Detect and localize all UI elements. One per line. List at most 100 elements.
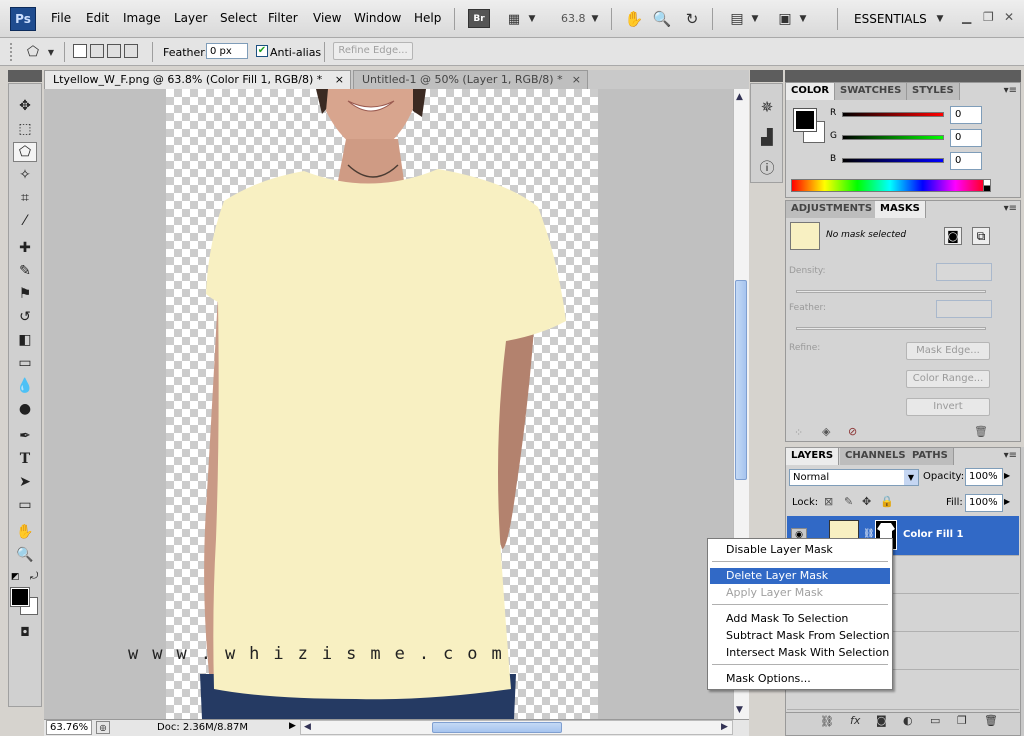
red-value-input[interactable]: 0 [950,106,982,124]
chevron-down-icon[interactable]: ▼ [526,9,538,29]
red-slider[interactable] [842,112,944,117]
vertical-scroll-thumb[interactable] [735,280,747,480]
navigator-icon[interactable]: ✵ [756,96,778,118]
film-icon[interactable]: ▦ [504,9,524,29]
blend-mode-select[interactable]: Normal ▼ [789,469,919,486]
history-brush-icon[interactable]: ↺ [13,307,37,327]
layer-style-icon[interactable]: fx [850,714,860,727]
clone-stamp-icon[interactable]: ⚑ [13,284,37,304]
path-selection-icon[interactable]: ➤ [13,472,37,492]
horizontal-scroll-thumb[interactable] [432,722,562,733]
swap-colors-icon[interactable]: ⤾ [30,571,38,582]
blur-tool-icon[interactable]: 💧 [13,376,37,396]
tab-swatches[interactable]: SWATCHES [835,83,908,100]
panel-menu-icon[interactable]: ▾≡ [1004,450,1017,461]
density-slider[interactable] [796,290,986,293]
vector-mask-icon[interactable]: ⧉ [972,227,990,245]
lasso-tool-icon[interactable]: ⬠ [13,142,37,162]
mask-edge-button[interactable]: Mask Edge... [906,342,990,360]
menu-filter[interactable]: Filter [268,11,298,25]
hand-tool-icon[interactable]: ✋ [13,522,37,542]
chevron-down-icon[interactable]: ▼ [934,9,946,29]
screen-mode-icon[interactable]: ▣ [774,9,796,29]
fill-arrow-icon[interactable]: ▶ [1004,497,1010,506]
brush-tool-icon[interactable]: ✎ [13,261,37,281]
menu-edit[interactable]: Edit [86,11,109,25]
mask-feather-slider[interactable] [796,327,986,330]
workspace-switcher[interactable]: ESSENTIALS [854,12,927,26]
tab-ltyellow-document[interactable]: Ltyellow_W_F.png @ 63.8% (Color Fill 1, … [44,70,351,89]
options-grip[interactable] [10,43,13,61]
tab-paths[interactable]: PATHS [907,448,954,465]
opacity-arrow-icon[interactable]: ▶ [1004,471,1010,480]
subtract-selection-icon[interactable] [107,44,121,58]
green-slider[interactable] [842,135,944,140]
disable-mask-icon[interactable]: ⊘ [848,425,857,438]
bridge-button[interactable]: Br [468,9,490,28]
status-options-icon[interactable]: ◎ [96,721,110,734]
opacity-input[interactable]: 100% [965,468,1003,486]
refine-edge-button[interactable]: Refine Edge... [333,42,413,60]
polygonal-lasso-icon[interactable]: ⬠ [22,42,44,62]
scroll-left-icon[interactable]: ◀ [304,722,311,732]
fill-input[interactable]: 100% [965,494,1003,512]
menu-window[interactable]: Window [354,11,401,25]
shape-tool-icon[interactable]: ▭ [13,495,37,515]
menu-help[interactable]: Help [414,11,441,25]
minimize-icon[interactable]: ▁ [962,10,971,24]
menu-view[interactable]: View [313,11,341,25]
panel-menu-icon[interactable]: ▾≡ [1004,85,1017,96]
magic-wand-icon[interactable]: ✧ [13,165,37,185]
foreground-color-swatch[interactable] [10,587,30,607]
lock-all-icon[interactable]: 🔒 [880,495,894,508]
apply-mask-icon[interactable]: ◈ [822,425,830,438]
menu-layer[interactable]: Layer [174,11,207,25]
panel-menu-icon[interactable]: ▾≡ [1004,203,1017,214]
zoom-tool-icon[interactable]: 🔍 [652,9,672,29]
toolbar-header[interactable] [8,70,42,82]
close-icon[interactable]: × [572,71,581,89]
lock-image-icon[interactable]: ✎ [844,495,853,508]
gradient-tool-icon[interactable]: ▭ [13,353,37,373]
close-icon[interactable]: ✕ [1004,10,1014,24]
menu-image[interactable]: Image [123,11,161,25]
scroll-down-icon[interactable]: ▼ [736,705,743,715]
chevron-down-icon[interactable]: ▼ [904,470,918,485]
pen-tool-icon[interactable]: ✒ [13,426,37,446]
panels-header[interactable] [785,70,1021,82]
menu-item-disable-layer-mask[interactable]: Disable Layer Mask [710,542,890,558]
scroll-up-icon[interactable]: ▲ [736,92,743,102]
color-spectrum-bar[interactable] [791,179,989,192]
add-selection-icon[interactable] [90,44,104,58]
blue-slider[interactable] [842,158,944,163]
marquee-tool-icon[interactable]: ⬚ [13,119,37,139]
restore-icon[interactable]: ❐ [983,10,994,24]
rotate-view-icon[interactable]: ↻ [682,9,702,29]
adjustment-layer-icon[interactable]: ◐ [903,714,913,727]
new-group-icon[interactable]: ▭ [930,714,940,727]
intersect-selection-icon[interactable] [124,44,138,58]
tab-styles[interactable]: STYLES [907,83,960,100]
zoom-dropdown-icon[interactable]: ▼ [589,9,601,29]
dodge-tool-icon[interactable]: ● [13,399,37,419]
color-fg-swatch[interactable] [793,108,817,132]
info-icon[interactable]: ⓘ [756,156,778,178]
scroll-right-icon[interactable]: ▶ [721,722,728,732]
link-layers-icon[interactable]: ⛓ [820,715,834,728]
layer-name[interactable]: Color Fill 1 [903,529,963,540]
menu-item-add-mask-to-selection[interactable]: Add Mask To Selection [710,611,890,627]
tab-layers[interactable]: LAYERS [786,448,840,465]
new-layer-icon[interactable]: ❐ [957,714,967,727]
chevron-down-icon[interactable]: ▼ [797,9,809,29]
zoom-percentage-field[interactable]: 63.76% [46,720,92,735]
tab-masks[interactable]: MASKS [875,201,926,218]
chevron-down-icon[interactable]: ▼ [45,42,57,62]
invert-button[interactable]: Invert [906,398,990,416]
histogram-icon[interactable]: ▟ [756,126,778,148]
move-tool-icon[interactable]: ✥ [13,96,37,116]
status-menu-arrow-icon[interactable]: ▶ [289,721,296,731]
tab-channels[interactable]: CHANNELS [840,448,912,465]
lock-transparent-icon[interactable]: ⊠ [824,495,833,508]
eyedropper-icon[interactable]: ⁄ [13,211,37,231]
dock-header[interactable] [750,70,783,82]
